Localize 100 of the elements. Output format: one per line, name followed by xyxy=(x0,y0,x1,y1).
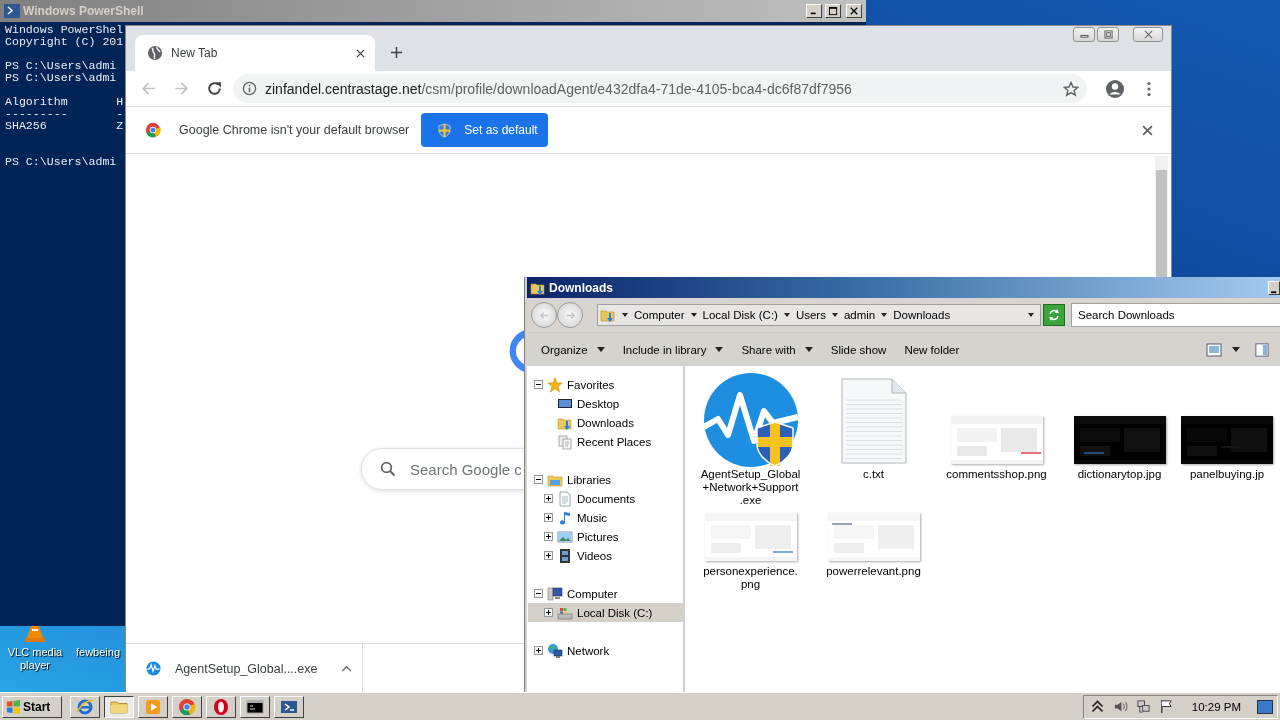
tree-row[interactable]: Downloads xyxy=(528,413,683,432)
info-message: Google Chrome isn't your default browser xyxy=(179,123,410,137)
console-line: Copyright (C) 201 xyxy=(5,36,124,48)
new-tab-icon[interactable] xyxy=(390,46,403,59)
caret-icon xyxy=(596,347,605,352)
caret-icon[interactable] xyxy=(622,313,628,317)
address-bar[interactable]: zinfandel.centrastage.net/csm/profile/downloadAgent/e432dfa4-71de-4105-bca4-dc6f87df7956 xyxy=(233,74,1087,103)
expand-icon[interactable] xyxy=(544,532,553,541)
url-text: zinfandel.centrastage.net/csm/profile/downloadAgent/e432dfa4-71de-4105-bca4-dc6f87df7956 xyxy=(265,80,852,97)
tree-item-label: Network xyxy=(567,644,610,657)
tree-item-label: Recent Places xyxy=(577,435,652,448)
search-input[interactable]: Search Google c xyxy=(410,460,526,478)
tree-row[interactable]: Local Disk (C:) xyxy=(528,603,683,622)
breadcrumb-item[interactable]: Downloads xyxy=(893,309,951,321)
toolbar-button[interactable]: Organize xyxy=(533,339,613,360)
computer-icon xyxy=(547,585,563,602)
toolbar-button[interactable]: Include in library xyxy=(614,339,732,360)
chrome-icon xyxy=(177,696,197,717)
tree-row[interactable]: Network xyxy=(528,641,683,660)
collapse-icon[interactable] xyxy=(534,475,543,484)
tree-row[interactable]: Favorites xyxy=(528,375,683,394)
console-line: PS C:\Users\admi xyxy=(5,72,117,84)
caret-icon[interactable] xyxy=(1028,313,1034,317)
toolbar-button[interactable]: Share with xyxy=(733,339,821,360)
file-name[interactable]: powerrelevant.png xyxy=(826,565,921,591)
ring-icon xyxy=(211,696,231,717)
console-line: Algorithm H xyxy=(5,96,124,108)
app-icon[interactable] xyxy=(702,372,799,468)
tree-row[interactable]: Music xyxy=(528,508,683,527)
caret-icon[interactable] xyxy=(341,665,353,672)
expand-icon[interactable] xyxy=(544,494,553,503)
caret-icon[interactable] xyxy=(783,313,790,317)
view-icon[interactable] xyxy=(1206,342,1222,357)
documents-icon xyxy=(557,433,573,450)
expand-icon[interactable] xyxy=(544,608,553,617)
tree-row[interactable]: Libraries xyxy=(528,470,683,489)
expand-icon[interactable] xyxy=(534,646,543,655)
expand-icon[interactable] xyxy=(544,551,553,560)
file-name[interactable]: panelbuying.jp xyxy=(1189,468,1265,507)
scrollbar[interactable] xyxy=(1155,156,1168,274)
folder-icon xyxy=(600,307,616,323)
start-button[interactable]: Start xyxy=(2,695,62,718)
restore-button[interactable] xyxy=(1097,27,1119,42)
collapse-icon[interactable] xyxy=(534,380,543,389)
file-name[interactable]: AgentSetup_Global +Network+Support .exe xyxy=(700,468,801,507)
search-field[interactable]: Search Downloads xyxy=(1071,303,1280,327)
chevron-icon[interactable] xyxy=(1089,699,1105,714)
close-icon[interactable] xyxy=(356,48,365,58)
window-title: Windows PowerShell xyxy=(23,4,144,18)
breadcrumb-item[interactable]: Local Disk (C:) xyxy=(702,309,778,321)
caret-icon[interactable] xyxy=(1232,347,1240,352)
reload-icon[interactable] xyxy=(206,80,223,97)
tree-row[interactable]: Videos xyxy=(528,546,683,565)
profile-icon[interactable] xyxy=(1105,78,1125,99)
close-icon xyxy=(850,7,858,15)
browser-tab[interactable]: New Tab xyxy=(135,35,375,71)
file-name[interactable]: dictionarytop.jpg xyxy=(1077,468,1162,507)
tree-item-label: Libraries xyxy=(567,473,612,486)
menu-icon[interactable] xyxy=(1147,80,1151,97)
caret-icon[interactable] xyxy=(690,313,697,317)
search-icon xyxy=(380,461,396,477)
network-icon[interactable] xyxy=(1135,699,1151,714)
preview-pane-icon[interactable] xyxy=(1254,342,1270,357)
file-name[interactable]: personexperience. png xyxy=(703,565,798,591)
expand-icon[interactable] xyxy=(544,513,553,522)
show-desktop-icon[interactable] xyxy=(1257,699,1273,714)
close-icon[interactable] xyxy=(1142,124,1153,136)
toolbar-button[interactable]: Slide show xyxy=(822,339,895,360)
speaker-icon[interactable] xyxy=(1112,699,1128,714)
clock[interactable]: 10:29 PM xyxy=(1191,700,1241,713)
breadcrumb-item[interactable]: Computer xyxy=(634,309,685,321)
star-icon[interactable] xyxy=(1063,80,1079,97)
refresh-button[interactable] xyxy=(1043,304,1065,326)
caret-icon[interactable] xyxy=(881,313,888,317)
restore-icon xyxy=(1103,30,1113,39)
tree-item-label: Desktop xyxy=(577,397,620,410)
taskbar-button[interactable] xyxy=(104,695,134,718)
info-icon[interactable] xyxy=(242,81,257,96)
tree-row[interactable]: Pictures xyxy=(528,527,683,546)
flag-icon[interactable] xyxy=(1158,699,1174,714)
tree-row[interactable]: Desktop xyxy=(528,394,683,413)
wave-icon xyxy=(146,661,161,676)
collapse-icon[interactable] xyxy=(534,589,543,598)
console-line: Windows PowerShel xyxy=(5,24,124,36)
toolbar-button[interactable]: New folder xyxy=(896,339,968,360)
file-name[interactable]: c.txt xyxy=(862,468,885,507)
breadcrumb-item[interactable]: admin xyxy=(843,309,876,321)
caret-icon[interactable] xyxy=(831,313,838,317)
tree-row[interactable]: Computer xyxy=(528,584,683,603)
cone-icon[interactable] xyxy=(25,626,45,642)
tree-row[interactable]: Recent Places xyxy=(528,432,683,451)
file-name[interactable]: commentsshop.png xyxy=(946,468,1047,507)
tree-row[interactable]: Documents xyxy=(528,489,683,508)
console-line: SHA256 Z xyxy=(5,120,124,132)
address-field[interactable]: Computer Local Disk (C:) Users admin Downloads xyxy=(597,304,1041,326)
tree-item-label: Music xyxy=(577,511,608,524)
set-default-button[interactable]: Set as default xyxy=(421,113,549,147)
maximize-button[interactable] xyxy=(825,4,841,18)
powershell-icon xyxy=(4,3,20,19)
breadcrumb-item[interactable]: Users xyxy=(795,309,826,321)
